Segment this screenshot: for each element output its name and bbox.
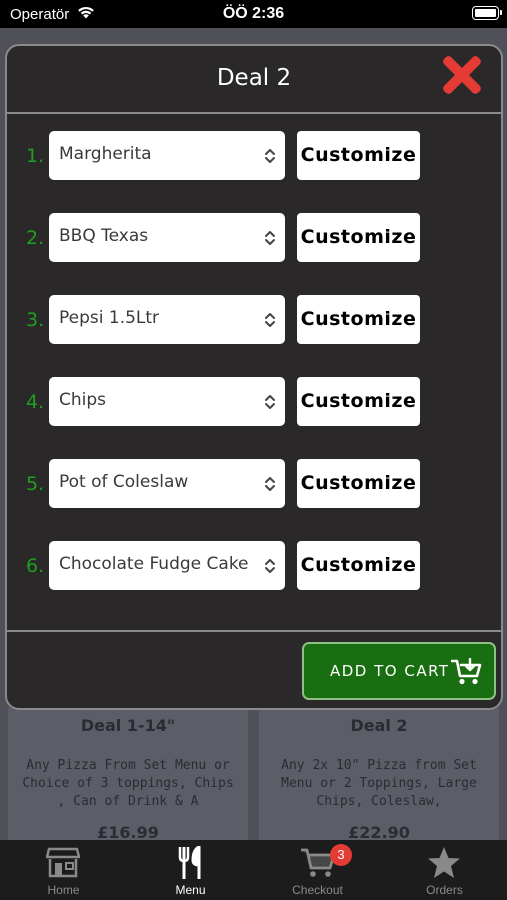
item-select-value: Chocolate Fudge Cake — [59, 554, 249, 574]
up-down-chevron-icon — [265, 477, 275, 491]
status-bar: Operatör ÖÖ 2:36 — [0, 0, 507, 28]
deal-card-description: Any 2x 10" Pizza from Set Menu or 2 Topp… — [281, 758, 477, 809]
deal-item-row: 4. Chips Customize — [7, 377, 501, 427]
customize-button[interactable]: Customize — [297, 131, 420, 180]
modal-title: Deal 2 — [216, 65, 292, 91]
item-select[interactable]: Pepsi 1.5Ltr — [49, 295, 285, 344]
customize-button[interactable]: Customize — [297, 377, 420, 426]
deal-card-title: Deal 2 — [350, 716, 408, 735]
tab-label: Menu — [175, 883, 206, 897]
up-down-chevron-icon — [265, 231, 275, 245]
customize-button[interactable]: Customize — [297, 213, 420, 262]
cart-add-icon — [451, 658, 482, 685]
deal-card: Deal 1-14" Any Pizza From Set Menu or Ch… — [8, 708, 248, 842]
tab-checkout[interactable]: Checkout — [254, 840, 381, 900]
deal-item-row: 1. Margherita Customize — [7, 131, 501, 181]
deal-item-row: 3. Pepsi 1.5Ltr Customize — [7, 295, 501, 345]
item-select[interactable]: Chips — [49, 377, 285, 426]
up-down-chevron-icon — [265, 313, 275, 327]
up-down-chevron-icon — [265, 559, 275, 573]
deal-item-row: 6. Chocolate Fudge Cake Customize — [7, 541, 501, 591]
item-number: 2. — [26, 227, 45, 249]
deal-card-description: Any Pizza From Set Menu or Choice of 3 t… — [22, 758, 234, 809]
item-number: 3. — [26, 309, 45, 331]
item-select[interactable]: Chocolate Fudge Cake — [49, 541, 285, 590]
star-icon — [428, 847, 460, 878]
close-icon[interactable] — [440, 53, 484, 97]
item-select-value: Pepsi 1.5Ltr — [59, 308, 160, 328]
item-select-value: BBQ Texas — [59, 226, 149, 246]
modal-header: Deal 2 — [7, 46, 501, 114]
tab-menu[interactable]: Menu — [127, 840, 254, 900]
checkout-count-badge: 3 — [330, 844, 352, 866]
tab-label: Home — [47, 883, 80, 897]
deal-item-row: 2. BBQ Texas Customize — [7, 213, 501, 263]
tab-label: Checkout — [292, 883, 343, 897]
item-select[interactable]: Pot of Coleslaw — [49, 459, 285, 508]
deal-card-title: Deal 1-14" — [80, 716, 176, 735]
item-number: 4. — [26, 391, 45, 413]
deal-card: Deal 2 Any 2x 10" Pizza from Set Menu or… — [259, 708, 499, 842]
item-select-value: Chips — [59, 390, 107, 410]
up-down-chevron-icon — [265, 395, 275, 409]
modal-footer: ADD TO CART — [7, 630, 501, 708]
item-number: 6. — [26, 555, 45, 577]
item-select-value: Pot of Coleslaw — [59, 472, 189, 492]
item-select-value: Margherita — [59, 144, 152, 164]
battery-icon — [472, 6, 502, 20]
add-to-cart-label: ADD TO CART — [330, 662, 450, 680]
tab-bar: Home Menu Checkout 3 Orders — [0, 840, 507, 900]
customize-button[interactable]: Customize — [297, 459, 420, 508]
store-icon — [46, 847, 80, 878]
item-select[interactable]: BBQ Texas — [49, 213, 285, 262]
tab-home[interactable]: Home — [0, 840, 127, 900]
item-number: 1. — [26, 145, 45, 167]
tab-orders[interactable]: Orders — [381, 840, 507, 900]
up-down-chevron-icon — [265, 149, 275, 163]
customize-button[interactable]: Customize — [297, 295, 420, 344]
fork-knife-icon — [178, 846, 201, 879]
item-number: 5. — [26, 473, 45, 495]
item-select[interactable]: Margherita — [49, 131, 285, 180]
deal-modal: Deal 2 1. Margherita Customize 2. BBQ Te… — [5, 44, 503, 710]
add-to-cart-button[interactable]: ADD TO CART — [302, 642, 496, 700]
tab-label: Orders — [426, 883, 463, 897]
deal-item-row: 5. Pot of Coleslaw Customize — [7, 459, 501, 509]
customize-button[interactable]: Customize — [297, 541, 420, 590]
status-time: ÖÖ 2:36 — [222, 5, 285, 22]
